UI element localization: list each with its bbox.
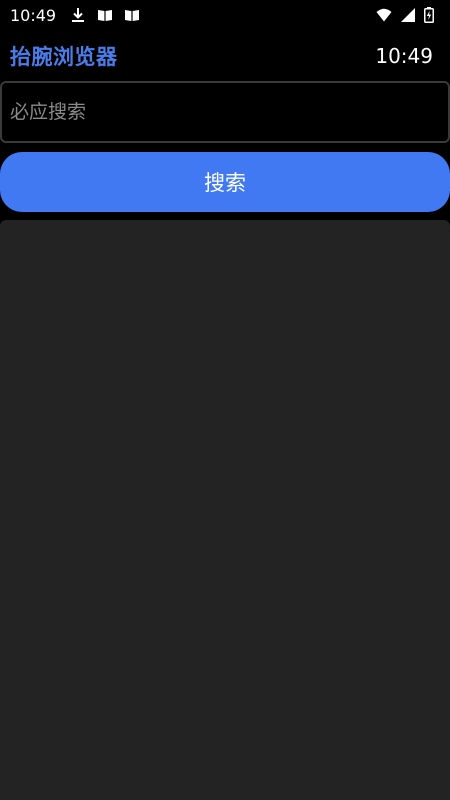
- content-panel: [0, 220, 450, 800]
- search-box: [0, 81, 450, 143]
- status-bar-right: [368, 7, 440, 23]
- signal-icon: [400, 7, 416, 23]
- status-bar: 10:49: [0, 0, 450, 30]
- search-input[interactable]: [2, 83, 448, 141]
- search-button[interactable]: 搜索: [0, 152, 450, 212]
- header-clock: 10:49: [375, 44, 433, 68]
- app-title: 抬腕浏览器: [10, 45, 118, 69]
- app-header: 抬腕浏览器 10:49: [0, 36, 450, 76]
- wifi-icon: [376, 7, 392, 23]
- status-time: 10:49: [10, 5, 57, 25]
- download-icon: [70, 7, 86, 23]
- book-icon: [124, 7, 140, 23]
- status-bar-left: 10:49: [10, 6, 151, 25]
- battery-charging-icon: [424, 7, 440, 23]
- book-icon: [97, 7, 113, 23]
